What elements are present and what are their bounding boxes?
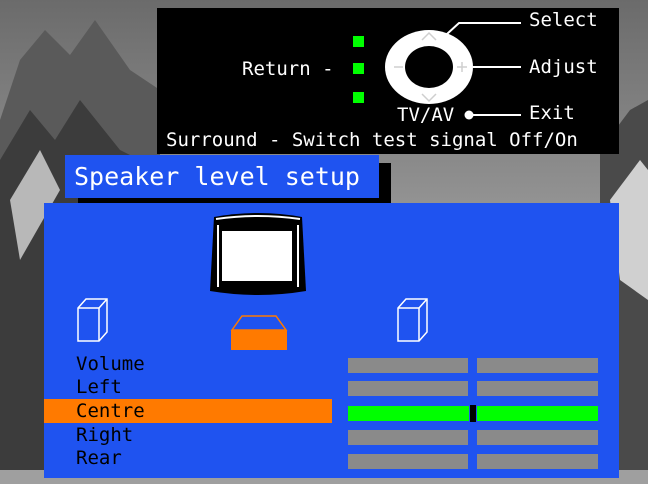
surround-hint: Surround - Switch test signal Off/On xyxy=(166,129,578,151)
left-speaker-icon xyxy=(77,298,108,342)
green-indicator-bottom xyxy=(353,92,364,103)
green-indicator-middle xyxy=(353,63,364,74)
level-bar-left-right xyxy=(477,381,598,396)
level-bar-volume-left xyxy=(348,358,468,373)
exit-label: Exit xyxy=(529,102,575,124)
level-bar-volume-right xyxy=(477,358,598,373)
level-bar-rear-left xyxy=(348,454,468,469)
level-bar-rear-right xyxy=(477,454,598,469)
menu-item-rear[interactable]: Rear xyxy=(44,446,332,470)
level-bar-centre-right[interactable] xyxy=(477,406,598,421)
speaker-setup-panel: Volume Left Centre Right Rear xyxy=(44,203,619,478)
menu-item-right[interactable]: Right xyxy=(44,423,332,447)
return-label: Return - xyxy=(242,58,334,80)
menu-item-volume[interactable]: Volume xyxy=(44,352,332,376)
right-speaker-icon xyxy=(397,298,428,342)
tvav-label: TV/AV xyxy=(397,104,455,126)
level-bar-left-left xyxy=(348,381,468,396)
help-panel: Return - Select Adjust TV/AV Exit Surrou… xyxy=(157,8,619,154)
level-marker-centre[interactable] xyxy=(470,405,476,422)
tv-icon xyxy=(210,213,306,295)
level-bar-centre-left[interactable] xyxy=(348,406,469,421)
menu-item-left[interactable]: Left xyxy=(44,375,332,399)
level-bar-right-right xyxy=(477,430,598,445)
select-label: Select xyxy=(529,9,598,31)
level-bar-right-left xyxy=(348,430,468,445)
page-title: Speaker level setup xyxy=(65,155,379,198)
adjust-label: Adjust xyxy=(529,56,598,78)
green-indicator-top xyxy=(353,36,364,47)
menu-item-centre[interactable]: Centre xyxy=(44,399,332,423)
centre-speaker-icon xyxy=(230,315,288,350)
